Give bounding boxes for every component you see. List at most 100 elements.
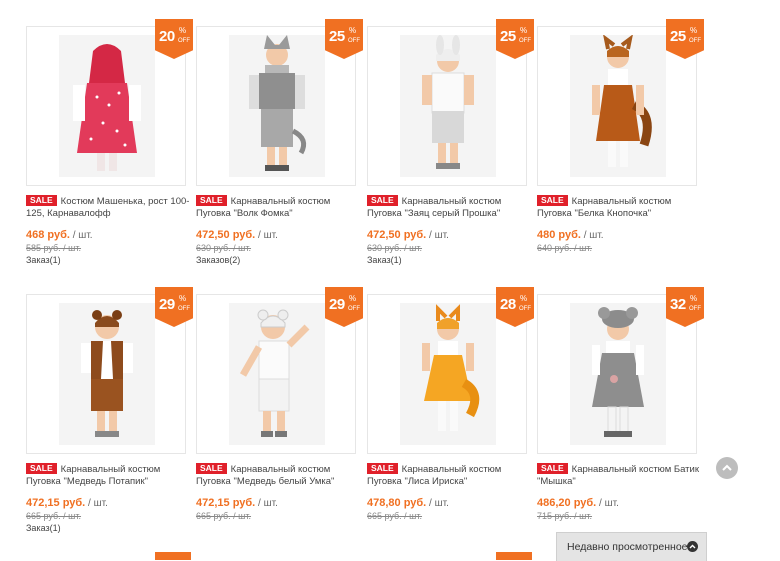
price-row: 480 руб. / шт. [537,229,697,241]
old-price: 630 руб. / шт. [367,243,423,253]
product-card[interactable]: 25 % OFF SALE Карнавальный костюм Пуговка… [367,19,534,265]
discount-off-label: OFF [519,306,531,312]
price-row: 472,15 руб. / шт. [26,497,186,509]
product-image-frame[interactable]: 32 % OFF [537,287,704,454]
discount-value: 25 [500,28,516,45]
discount-off-label: OFF [178,38,190,44]
product-title-block: SALE Карнавальный костюм Пуговка "Лиса Ир… [367,463,532,488]
discount-badge-peek [155,552,191,560]
old-price: 630 руб. / шт. [196,243,252,253]
discount-value: 20 [159,28,175,45]
scroll-to-top-button[interactable] [716,457,738,479]
price-unit: / шт. [72,230,93,241]
product-card[interactable]: 29 % OFF SALE Карнавальный костюм Пуговка… [26,287,193,533]
discount-percent-sign: % [349,26,357,35]
product-image-frame[interactable]: 29 % OFF [26,287,193,454]
product-title-block: SALE Карнавальный костюм Пуговка "Медведь… [196,463,361,488]
discount-badge-peek [496,552,532,560]
product-card[interactable]: 25 % OFF SALE Карнавальный костюм Пуговка… [196,19,363,265]
price-unit: / шт. [583,230,604,241]
product-photo[interactable] [400,35,496,177]
sale-label: SALE [367,463,398,474]
chevron-up-icon[interactable] [687,541,698,552]
discount-value: 29 [329,296,345,313]
product-card[interactable]: 25 % OFF SALE Карнавальный костюм Пуговка… [537,19,704,255]
chevron-up-icon [722,464,732,471]
product-photo[interactable] [59,303,155,445]
product-title-block: SALE Карнавальный костюм Пуговка "Медведь… [26,463,191,488]
discount-off-label: OFF [689,306,701,312]
discount-off-label: OFF [519,38,531,44]
old-price: 665 руб. / шт. [26,511,82,521]
product-photo[interactable] [570,303,666,445]
sale-label: SALE [537,463,568,474]
old-price: 585 руб. / шт. [26,243,82,253]
price-unit: / шт. [429,498,449,509]
sale-label: SALE [26,463,57,474]
product-image-frame[interactable]: 25 % OFF [196,19,363,186]
discount-off-label: OFF [348,38,360,44]
discount-percent-sign: % [179,294,187,303]
price-row: 472,15 руб. / шт. [196,497,356,509]
old-price: 665 руб. / шт. [367,511,423,521]
product-photo[interactable] [570,35,666,177]
discount-badge: 28 % OFF [496,287,534,327]
discount-value: 25 [329,28,345,45]
discount-badge: 25 % OFF [325,19,363,59]
product-image-frame[interactable]: 29 % OFF [196,287,363,454]
old-price: 640 руб. / шт. [537,243,593,253]
sale-label: SALE [26,195,57,206]
product-photo[interactable] [59,35,155,177]
sale-label: SALE [196,463,227,474]
product-image-frame[interactable]: 25 % OFF [367,19,534,186]
discount-value: 32 [670,296,686,313]
price-value: 468 руб. [26,229,70,241]
product-title-block: SALE Карнавальный костюм Пуговка "Белка К… [537,195,702,220]
price-row: 486,20 руб. / шт. [537,497,697,509]
price-row: 468 руб. / шт. [26,229,186,241]
discount-badge: 29 % OFF [155,287,193,327]
sale-label: SALE [196,195,227,206]
product-image-frame[interactable]: 28 % OFF [367,287,534,454]
discount-badge: 20 % OFF [155,19,193,59]
product-title-block: SALE Карнавальный костюм Пуговка "Заяц се… [367,195,532,220]
discount-badge: 32 % OFF [666,287,704,327]
order-count: Заказ(1) [26,255,61,265]
discount-badge: 25 % OFF [496,19,534,59]
product-card[interactable]: 32 % OFF SALE Карнавальный костюм Батик "… [537,287,704,523]
recently-viewed-tab[interactable]: Недавно просмотренное [556,532,707,561]
discount-off-label: OFF [348,306,360,312]
price-value: 480 руб. [537,229,581,241]
price-row: 472,50 руб. / шт. [196,229,356,241]
discount-value: 29 [159,296,175,313]
price-unit: / шт. [258,498,278,509]
price-unit: / шт. [88,498,108,509]
product-card[interactable]: 29 % OFF SALE Карнавальный костюм Пуговка… [196,287,363,523]
product-card[interactable]: 20 % OFF SALE Костюм Машенька, рост 100-1… [26,19,193,265]
discount-percent-sign: % [349,294,357,303]
sale-label: SALE [537,195,568,206]
discount-value: 28 [500,296,516,313]
product-grid: 20 % OFF SALE Костюм Машенька, рост 100-1… [0,0,780,560]
product-photo[interactable] [229,303,325,445]
discount-percent-sign: % [520,294,528,303]
product-image-frame[interactable]: 25 % OFF [537,19,704,186]
price-value: 478,80 руб. [367,497,427,509]
discount-badge: 29 % OFF [325,287,363,327]
product-photo[interactable] [229,35,325,177]
product-photo[interactable] [400,303,496,445]
order-count: Заказ(1) [367,255,402,265]
discount-off-label: OFF [689,38,701,44]
old-price: 665 руб. / шт. [196,511,252,521]
product-image-frame[interactable]: 20 % OFF [26,19,193,186]
order-count: Заказов(2) [196,255,241,265]
price-value: 472,50 руб. [367,229,427,241]
product-title-block: SALE Костюм Машенька, рост 100-125, Карна… [26,195,191,220]
price-row: 472,50 руб. / шт. [367,229,527,241]
discount-percent-sign: % [690,294,698,303]
product-card[interactable]: 28 % OFF SALE Карнавальный костюм Пуговка… [367,287,534,523]
discount-badge: 25 % OFF [666,19,704,59]
discount-percent-sign: % [690,26,698,35]
discount-value: 25 [670,28,686,45]
discount-percent-sign: % [179,26,187,35]
